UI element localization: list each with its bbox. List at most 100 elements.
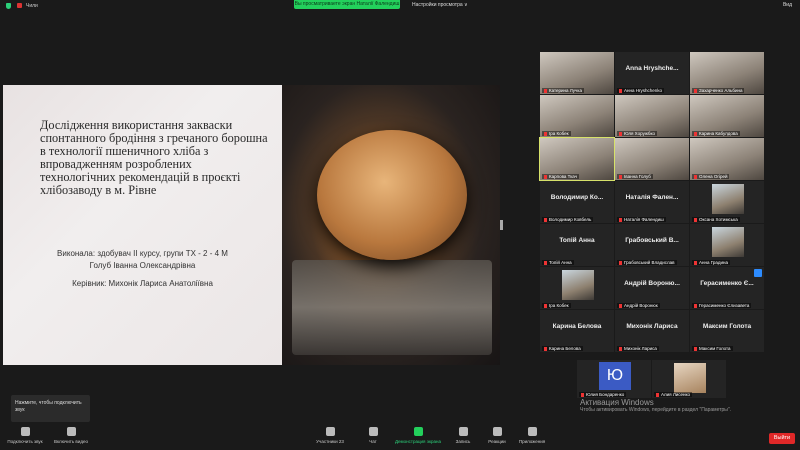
split-drag-handle[interactable] bbox=[500, 220, 503, 230]
participant-name-label: Іра Кобек bbox=[542, 131, 571, 136]
mic-muted-icon bbox=[544, 88, 547, 93]
supervisor: Керівник: Михонік Лариса Анатоліївна bbox=[72, 279, 213, 288]
participant-name-label: Оксана Хотимська bbox=[692, 217, 740, 222]
participant-name-label: Алия Лисенко bbox=[654, 392, 693, 397]
participant-tile[interactable]: Алия Лисенко bbox=[652, 360, 726, 398]
participant-tile[interactable]: Топій Анна Топій Анна bbox=[540, 224, 614, 266]
participant-tile[interactable]: Наталія Фален... Наталія Фалендиш bbox=[615, 181, 689, 223]
slide-text-panel: Дослідження використання закваски спонта… bbox=[3, 85, 282, 365]
participant-avatar: Ю bbox=[599, 362, 631, 390]
participant-name: Олена Огірей bbox=[699, 174, 728, 179]
mic-muted-icon bbox=[619, 346, 622, 351]
mic-muted-icon bbox=[544, 260, 547, 265]
participant-tile[interactable]: Грабовський В... Грабовський Владислав bbox=[615, 224, 689, 266]
participant-name: Грабовський Владислав bbox=[624, 260, 675, 265]
cloth-image bbox=[292, 260, 492, 355]
participant-display-name: Наталія Фален... bbox=[625, 194, 679, 201]
participants-label: Участники bbox=[316, 439, 338, 444]
participant-name-label: Карина Кабулдова bbox=[692, 131, 740, 136]
chat-label: Чат bbox=[369, 439, 377, 444]
participant-name-label: Михонік Лариса bbox=[617, 346, 659, 351]
start-video-button[interactable]: Включить видео bbox=[46, 427, 96, 444]
mic-muted-icon bbox=[619, 217, 622, 222]
participant-tile[interactable]: Anna Hryshche... Анна Hryshchenko bbox=[615, 52, 689, 94]
participant-name-label: Карина Белова bbox=[542, 346, 583, 351]
mic-muted-icon bbox=[619, 131, 622, 136]
shared-slide: Дослідження використання закваски спонта… bbox=[3, 85, 500, 365]
audio-label: Подключить звук bbox=[7, 439, 43, 444]
screen-share-banner: Вы просматриваете экран Наталії Фалендиш bbox=[294, 0, 400, 9]
participant-name: Іра Кобек bbox=[549, 303, 569, 308]
participant-name-label: Іванна Голуб bbox=[617, 174, 653, 179]
participant-name: Карпова Ткач bbox=[549, 174, 578, 179]
participant-name-label: Юлия Бондаренко bbox=[579, 392, 627, 397]
participant-tile[interactable]: Юля Хоружбко bbox=[615, 95, 689, 137]
join-audio-button[interactable]: Подключить звук bbox=[0, 427, 50, 444]
mic-muted-icon bbox=[544, 174, 547, 179]
apps-button[interactable]: Приложения bbox=[507, 427, 557, 444]
participant-name: Андрій Воронюк bbox=[624, 303, 658, 308]
participant-tile[interactable]: Іра Кобек bbox=[540, 267, 614, 309]
participant-tile[interactable]: Іванна Голуб bbox=[615, 138, 689, 180]
apps-label: Приложения bbox=[518, 439, 546, 444]
participant-tile[interactable]: Карина Кабулдова bbox=[690, 95, 764, 137]
view-options-button[interactable]: Настройки просмотра ∨ bbox=[412, 2, 468, 8]
shield-icon[interactable] bbox=[6, 3, 11, 9]
mic-muted-icon bbox=[619, 88, 622, 93]
participant-name: Володимир Ковбель bbox=[549, 217, 592, 222]
participant-name-label: Юля Хоружбко bbox=[617, 131, 658, 136]
bread-loaf-image bbox=[317, 130, 467, 260]
mic-muted-icon bbox=[544, 346, 547, 351]
mic-muted-icon bbox=[619, 303, 622, 308]
mic-muted-icon bbox=[656, 392, 659, 397]
participant-display-name: Максим Голота bbox=[702, 323, 752, 330]
participant-tile[interactable]: Оксана Хотимська bbox=[690, 181, 764, 223]
participant-name-label: Наталія Фалендиш bbox=[617, 217, 666, 222]
share-screen-icon bbox=[413, 427, 423, 436]
participant-name: Карина Кабулдова bbox=[699, 131, 738, 136]
audio-tooltip: Нажмите, чтобы подключить звук bbox=[11, 395, 90, 422]
video-off-icon bbox=[66, 427, 76, 436]
participant-tile[interactable]: Максим Голота Максим Голота bbox=[690, 310, 764, 352]
participant-tile[interactable]: Іра Кобек bbox=[540, 95, 614, 137]
participant-tile[interactable]: Анна Градина bbox=[690, 224, 764, 266]
apps-icon bbox=[527, 427, 537, 436]
mic-muted-icon bbox=[694, 303, 697, 308]
participant-tile[interactable]: Ю Юлия Бондаренко bbox=[577, 360, 651, 398]
participant-name-label: Олена Огірей bbox=[692, 174, 730, 179]
participant-tile[interactable]: Захарченко Альбина bbox=[690, 52, 764, 94]
participant-tile[interactable]: Карпова Ткач bbox=[539, 137, 615, 181]
mic-muted-icon bbox=[544, 217, 547, 222]
participant-name: Захарченко Альбина bbox=[699, 88, 743, 93]
participant-tile[interactable]: Олена Огірей bbox=[690, 138, 764, 180]
participant-name-label: Анна Hryshchenko bbox=[617, 88, 664, 93]
participant-display-name: Топій Анна bbox=[559, 237, 595, 244]
share-label: Демонстрация экрана bbox=[395, 439, 441, 444]
mic-muted-icon bbox=[694, 88, 697, 93]
performer-line-1: Виконала: здобувач ІІ курсу, групи ТХ - … bbox=[57, 249, 228, 258]
participant-display-name: Anna Hryshche... bbox=[625, 65, 679, 72]
participant-tile[interactable]: Карина Белова Карина Белова bbox=[540, 310, 614, 352]
participant-name: Топій Анна bbox=[549, 260, 572, 265]
participant-photo bbox=[562, 270, 594, 300]
mic-muted-icon bbox=[581, 392, 584, 397]
participant-name: Анна Градина bbox=[699, 260, 729, 265]
participant-tile[interactable]: Катерина Лучка bbox=[540, 52, 614, 94]
participant-name-label: Топій Анна bbox=[542, 260, 574, 265]
view-button[interactable]: Вид bbox=[783, 2, 792, 8]
participant-name: Іванна Голуб bbox=[624, 174, 651, 179]
meeting-label: Чили bbox=[26, 3, 38, 9]
participant-name: Наталія Фалендиш bbox=[624, 217, 664, 222]
participant-photo bbox=[712, 184, 744, 214]
performer-line-2: Голуб Іванна Олександрівна bbox=[89, 261, 196, 270]
participant-name: Іра Кобек bbox=[549, 131, 569, 136]
recording-icon bbox=[17, 3, 22, 8]
participant-name-label: Герасименко Єлизавета bbox=[692, 303, 752, 308]
participant-display-name: Володимир Ко... bbox=[550, 194, 604, 201]
participant-display-name: Герасименко Є... bbox=[700, 280, 754, 287]
participant-tile[interactable]: Андрій Вороню... Андрій Воронюк bbox=[615, 267, 689, 309]
participant-tile[interactable]: Володимир Ко... Володимир Ковбель bbox=[540, 181, 614, 223]
participant-tile[interactable]: Герасименко Є... Герасименко Єлизавета bbox=[690, 267, 764, 309]
participant-tile[interactable]: Михонік Лариса Михонік Лариса bbox=[615, 310, 689, 352]
leave-button[interactable]: Выйти bbox=[769, 433, 795, 444]
